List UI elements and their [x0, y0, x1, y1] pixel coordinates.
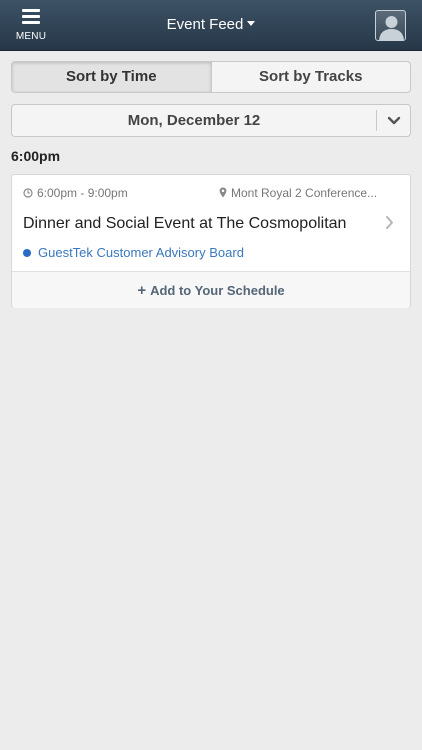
sort-toggle-group: Sort by Time Sort by Tracks	[11, 61, 411, 93]
event-card: 6:00pm - 9:00pm Mont Royal 2 Conference.…	[11, 174, 411, 308]
menu-button[interactable]: MENU	[12, 6, 50, 46]
chevron-right-icon[interactable]	[384, 215, 394, 230]
caret-down-icon	[247, 21, 256, 26]
event-time: 6:00pm - 9:00pm	[23, 186, 128, 200]
menu-label: MENU	[15, 31, 47, 42]
sort-by-tracks-button[interactable]: Sort by Tracks	[210, 62, 411, 92]
plus-icon: +	[137, 282, 147, 299]
event-time-range: 6:00pm - 9:00pm	[37, 186, 128, 200]
event-location: Mont Royal 2 Conference...	[219, 186, 379, 200]
sort-by-time-button[interactable]: Sort by Time	[12, 62, 211, 92]
hamburger-icon	[22, 9, 40, 24]
page-title: Event Feed	[166, 16, 244, 33]
add-to-schedule-label: Add to Your Schedule	[150, 283, 285, 298]
event-track-label: GuestTek Customer Advisory Board	[38, 245, 244, 260]
event-track-link[interactable]: GuestTek Customer Advisory Board	[23, 245, 244, 260]
date-selector[interactable]: Mon, December 12	[11, 104, 411, 137]
add-to-schedule-button[interactable]: + Add to Your Schedule	[12, 271, 410, 308]
selected-date: Mon, December 12	[127, 112, 261, 129]
event-location-text: Mont Royal 2 Conference...	[231, 186, 378, 200]
event-title[interactable]: Dinner and Social Event at The Cosmopoli…	[23, 215, 383, 233]
time-slot-heading: 6:00pm	[11, 148, 61, 164]
map-pin-icon	[219, 187, 227, 198]
track-color-dot	[23, 249, 31, 257]
event-meta: 6:00pm - 9:00pm Mont Royal 2 Conference.…	[12, 186, 412, 202]
top-navigation-bar: MENU Event Feed	[0, 0, 422, 51]
chevron-down-icon[interactable]	[387, 115, 401, 127]
date-selector-divider	[376, 110, 377, 131]
event-feed-dropdown[interactable]: Event Feed	[150, 16, 272, 38]
clock-icon	[23, 188, 33, 198]
profile-avatar-button[interactable]	[375, 10, 406, 41]
user-avatar-icon	[379, 16, 404, 40]
